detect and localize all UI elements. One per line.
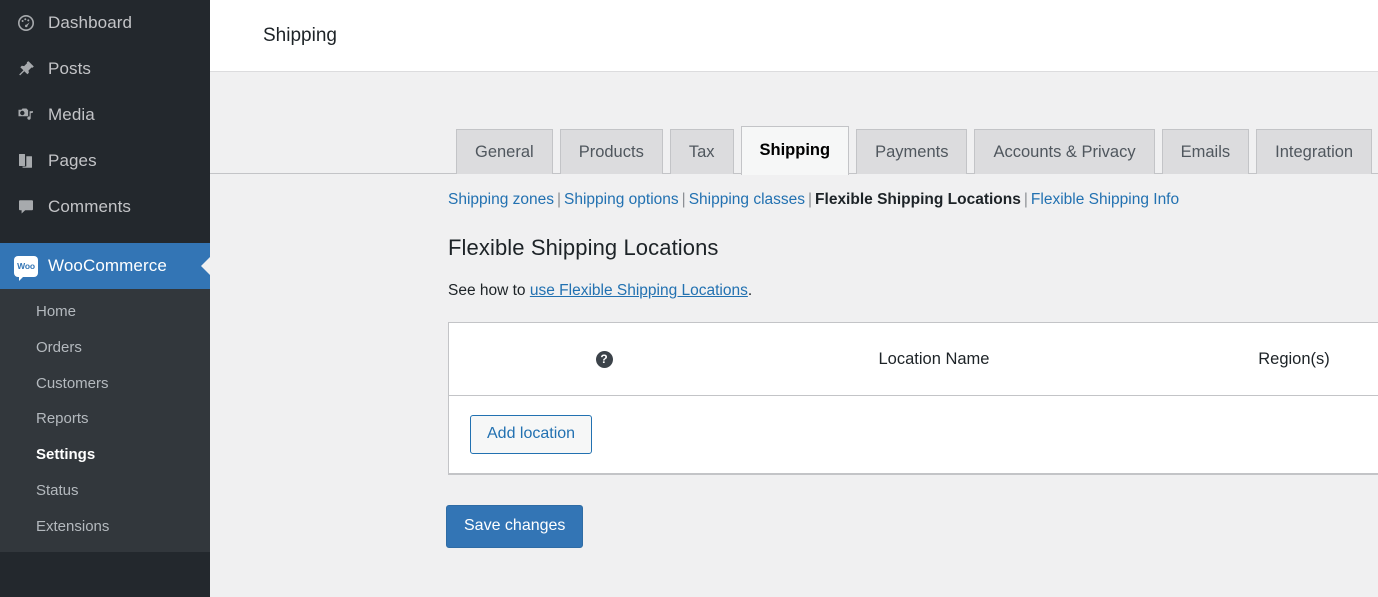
settings-tabs-bar: General Products Tax Shipping Payments A…	[210, 125, 1378, 175]
docs-link[interactable]: use Flexible Shipping Locations	[530, 282, 748, 299]
table-footer-row: Add location	[449, 395, 1378, 474]
submenu-item-home[interactable]: Home	[0, 294, 210, 330]
sidebar-item-media[interactable]: Media	[0, 92, 210, 138]
subnav-link-shipping-zones[interactable]: Shipping zones	[448, 191, 554, 208]
subnav-separator: |	[1023, 191, 1028, 208]
comments-icon	[9, 197, 43, 217]
subnav-link-flexible-shipping-locations[interactable]: Flexible Shipping Locations	[815, 191, 1021, 208]
sidebar-item-label: WooCommerce	[48, 256, 167, 275]
column-header-help: ?	[449, 323, 759, 396]
sidebar-item-label: Posts	[48, 59, 92, 78]
submenu-item-extensions[interactable]: Extensions	[0, 509, 210, 545]
tab-shipping[interactable]: Shipping	[740, 126, 850, 175]
tab-products[interactable]: Products	[559, 129, 663, 174]
section-description: See how to use Flexible Shipping Locatio…	[448, 282, 1378, 300]
section-heading: Flexible Shipping Locations	[448, 235, 719, 261]
settings-tabs: General Products Tax Shipping Payments A…	[456, 125, 1378, 175]
shipping-subnav: Shipping zones | Shipping options | Shipping…	[210, 174, 1378, 211]
pin-icon	[9, 59, 43, 79]
form-actions: Save changes	[446, 504, 1378, 548]
sidebar-item-posts[interactable]: Posts	[0, 46, 210, 92]
admin-sidebar: Dashboard Posts Media Pages Comments Woo…	[0, 0, 210, 597]
tab-general[interactable]: General	[456, 129, 553, 174]
sidebar-item-dashboard[interactable]: Dashboard	[0, 0, 210, 46]
submenu-item-reports[interactable]: Reports	[0, 401, 210, 437]
table-header-row: ? Location Name Region(s)	[449, 323, 1378, 396]
add-location-cell: Add location	[449, 395, 1378, 474]
subnav-link-shipping-classes[interactable]: Shipping classes	[689, 191, 805, 208]
description-prefix: See how to	[448, 282, 530, 300]
sidebar-item-label: Dashboard	[48, 13, 133, 32]
sidebar-item-woocommerce[interactable]: Woo WooCommerce	[0, 243, 210, 289]
column-header-regions: Region(s)	[1109, 323, 1378, 396]
page-title: Shipping	[263, 24, 337, 46]
sidebar-separator	[0, 230, 210, 243]
tab-emails[interactable]: Emails	[1161, 129, 1250, 174]
sidebar-item-label: Pages	[48, 151, 97, 170]
locations-table-container: ? Location Name Region(s) Add location	[448, 322, 1378, 475]
subnav-link-flexible-shipping-info[interactable]: Flexible Shipping Info	[1031, 191, 1179, 208]
sidebar-item-pages[interactable]: Pages	[0, 138, 210, 184]
submenu-item-settings[interactable]: Settings	[0, 437, 210, 473]
description-suffix: .	[747, 282, 753, 300]
subnav-separator: |	[557, 191, 562, 208]
tab-tax[interactable]: Tax	[669, 129, 734, 174]
help-icon[interactable]: ?	[595, 350, 613, 368]
subnav-link-shipping-options[interactable]: Shipping options	[564, 191, 679, 208]
pages-icon	[9, 151, 43, 171]
dashboard-icon	[9, 13, 43, 33]
sidebar-item-label: Comments	[48, 197, 131, 216]
woocommerce-icon: Woo	[9, 255, 43, 281]
subnav-separator: |	[808, 191, 813, 208]
active-arrow-icon	[201, 257, 210, 275]
sidebar-item-label: Media	[48, 105, 95, 124]
page-header: Shipping	[210, 0, 1378, 72]
add-location-button[interactable]: Add location	[470, 414, 593, 454]
submenu-item-orders[interactable]: Orders	[0, 330, 210, 366]
tab-accounts-privacy[interactable]: Accounts & Privacy	[974, 129, 1155, 174]
save-changes-button[interactable]: Save changes	[446, 504, 584, 548]
locations-table-foot: Add location	[449, 395, 1378, 474]
column-header-location-name: Location Name	[759, 323, 1109, 396]
media-icon	[9, 105, 43, 125]
locations-table: ? Location Name Region(s) Add location	[449, 323, 1378, 474]
woocommerce-logo-text: Woo	[17, 260, 35, 271]
tab-integration[interactable]: Integration	[1256, 129, 1373, 174]
settings-content: General Products Tax Shipping Payments A…	[210, 125, 1378, 548]
subnav-separator: |	[681, 191, 686, 208]
tab-payments[interactable]: Payments	[856, 129, 968, 174]
locations-table-head: ? Location Name Region(s)	[449, 323, 1378, 396]
admin-screen: Dashboard Posts Media Pages Comments Woo…	[0, 0, 1378, 597]
main-content: Shipping General Products Tax Shipping P…	[210, 0, 1378, 597]
sidebar-item-comments[interactable]: Comments	[0, 184, 210, 230]
submenu-item-customers[interactable]: Customers	[0, 366, 210, 402]
submenu-item-status[interactable]: Status	[0, 473, 210, 509]
woocommerce-submenu: Home Orders Customers Reports Settings S…	[0, 289, 210, 553]
